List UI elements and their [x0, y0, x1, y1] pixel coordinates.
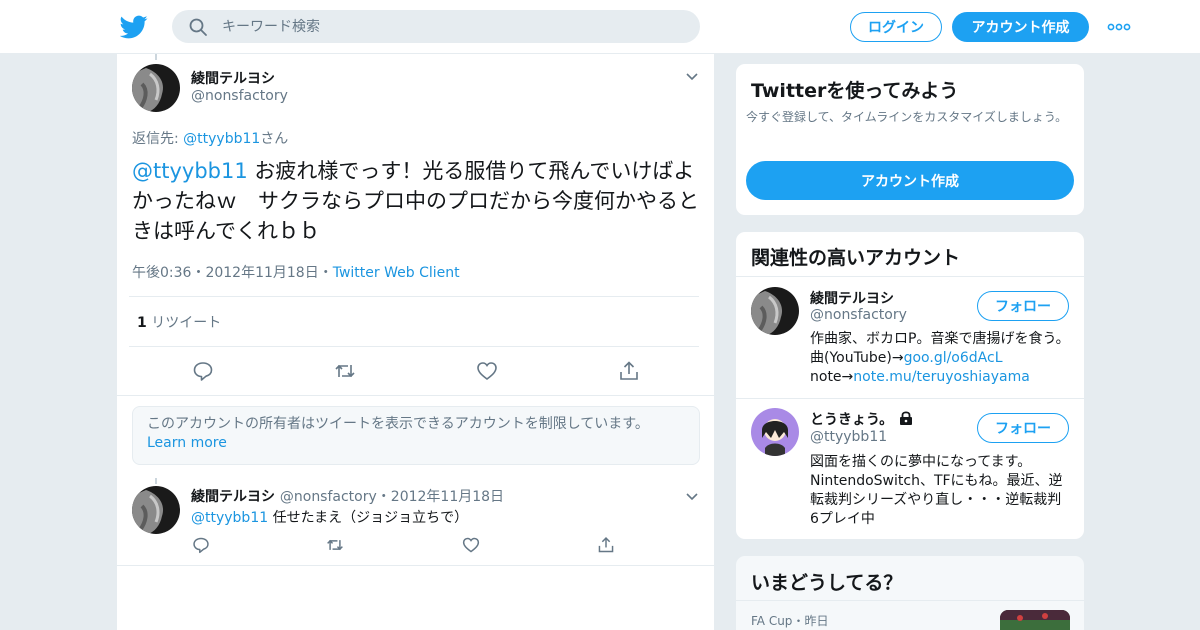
follow-button[interactable]: フォロー	[977, 413, 1069, 443]
share-icon	[598, 537, 614, 553]
create-account-button[interactable]: アカウント作成	[746, 161, 1074, 200]
separator-dot: ・	[318, 265, 333, 281]
like-button[interactable]	[462, 536, 480, 554]
retweet-button[interactable]	[334, 360, 356, 382]
signup-button[interactable]: アカウント作成	[952, 12, 1089, 42]
reply-prefix: 返信先:	[132, 131, 184, 147]
tweet-date[interactable]: 2012年11月18日	[205, 265, 318, 281]
lock-icon	[900, 411, 913, 425]
trend-thumbnail[interactable]	[1000, 610, 1070, 630]
avatar-image	[751, 287, 799, 335]
author-handle[interactable]: @nonsfactory	[280, 489, 377, 505]
trend-item-meta[interactable]: FA Cup・昨日	[751, 612, 828, 629]
avatar[interactable]	[132, 64, 180, 112]
account-avatar[interactable]	[751, 408, 799, 456]
tweet-body: 任せたまえ（ジョジョ立ちで）	[268, 510, 469, 526]
retweet-count: 1	[137, 315, 147, 331]
account-handle[interactable]: @nonsfactory	[810, 307, 907, 323]
more-options-icon[interactable]	[1106, 18, 1132, 36]
heart-icon	[477, 362, 497, 381]
account-bio: 作曲家、ボカロP。音楽で唐揚げを食う。曲(YouTube)→goo.gl/o6d…	[810, 330, 1070, 387]
retweet-icon	[335, 364, 355, 378]
follow-button[interactable]: フォロー	[977, 291, 1069, 321]
thread-connector	[155, 478, 157, 484]
mention-link[interactable]: @ttyybb11	[191, 510, 268, 526]
signup-card: Twitterを使ってみよう 今すぐ登録して、タイムラインをカスタマイズしましょ…	[735, 63, 1085, 216]
share-button[interactable]	[618, 360, 640, 382]
divider	[117, 395, 714, 396]
chevron-down-icon[interactable]	[685, 492, 699, 502]
bio-text: note→	[810, 369, 854, 385]
divider	[736, 600, 1084, 601]
share-button[interactable]	[597, 536, 615, 554]
reply-to-handle-link[interactable]: @ttyybb11	[183, 131, 260, 147]
login-button[interactable]: ログイン	[850, 12, 942, 42]
retweet-label: リツイート	[151, 315, 222, 331]
twitter-bird-icon[interactable]	[120, 13, 148, 41]
mention-link[interactable]: @ttyybb11	[132, 159, 248, 183]
avatar-image	[132, 64, 180, 112]
like-button[interactable]	[476, 360, 498, 382]
tweet-text: @ttyybb11 お疲れ様でっす！光る服借りて飛んでいけばよかったねｗ サクラ…	[132, 156, 702, 246]
signup-card-title: Twitterを使ってみよう	[751, 80, 959, 102]
share-icon	[620, 361, 638, 380]
related-accounts-title: 関連性の高いアカウント	[751, 247, 961, 269]
separator-dot: ・	[792, 614, 805, 628]
reply-button[interactable]	[192, 360, 214, 382]
trends-title: いまどうしてる？	[751, 572, 903, 594]
trends-card: いまどうしてる？ FA Cup・昨日	[735, 555, 1085, 630]
chevron-down-icon[interactable]	[685, 72, 699, 82]
bio-link[interactable]: goo.gl/o6dAcL	[904, 350, 1003, 366]
divider	[736, 398, 1084, 399]
retweet-stats[interactable]: 1 リツイート	[137, 312, 221, 332]
avatar[interactable]	[132, 486, 180, 534]
search-box	[172, 10, 700, 43]
retweet-icon	[327, 539, 343, 551]
signup-card-desc: 今すぐ登録して、タイムラインをカスタマイズしましょう。	[746, 110, 1068, 124]
tweet-date[interactable]: 2012年11月18日	[391, 489, 504, 505]
trend-time: 昨日	[804, 614, 829, 628]
heart-icon	[462, 537, 480, 553]
reply-tweet-text: @ttyybb11 任せたまえ（ジョジョ立ちで）	[191, 507, 468, 527]
reply-context: 返信先: @ttyybb11さん	[132, 128, 288, 148]
related-accounts-card: 関連性の高いアカウント 綾間テルヨシ @nonsfactory フォロー 作曲家…	[735, 231, 1085, 540]
reply-button[interactable]	[192, 536, 210, 554]
reply-icon	[193, 537, 209, 554]
author-handle[interactable]: @nonsfactory	[191, 88, 288, 104]
protected-notice: このアカウントの所有者はツイートを表示できるアカウントを制限しています。 Lear…	[132, 406, 700, 465]
reply-icon	[193, 362, 213, 381]
divider	[129, 296, 699, 297]
author-name[interactable]: 綾間テルヨシ	[191, 489, 275, 505]
account-name-text: とうきょう。	[810, 412, 894, 428]
account-handle[interactable]: @ttyybb11	[810, 429, 887, 445]
tweet-column: 綾間テルヨシ @nonsfactory 返信先: @ttyybb11さん @tt…	[116, 54, 715, 630]
account-avatar[interactable]	[751, 287, 799, 335]
account-bio: 図面を描くのに夢中になってます。NintendoSwitch、TFにもね。最近、…	[810, 454, 1063, 527]
trend-image	[1000, 610, 1070, 630]
search-icon	[189, 18, 207, 36]
divider	[129, 346, 699, 347]
search-input[interactable]	[222, 10, 682, 43]
bio-link[interactable]: note.mu/teruyoshiayama	[853, 369, 1030, 385]
tweet-metadata: 午後0:36・2012年11月18日・Twitter Web Client	[132, 262, 460, 282]
top-bar: ログイン アカウント作成	[0, 0, 1200, 54]
learn-more-link[interactable]: Learn more	[147, 435, 227, 451]
reply-suffix: さん	[260, 131, 289, 147]
trend-category: FA Cup	[751, 614, 793, 628]
thread-connector	[155, 54, 157, 60]
divider	[736, 276, 1084, 277]
separator-dot: ・	[376, 489, 391, 505]
author-name[interactable]: 綾間テルヨシ	[191, 68, 275, 88]
avatar-image	[132, 486, 180, 534]
separator-dot: ・	[191, 265, 206, 281]
notice-text: このアカウントの所有者はツイートを表示できるアカウントを制限しています。	[147, 416, 649, 432]
avatar-image	[751, 408, 799, 456]
account-name[interactable]: とうきょう。	[810, 409, 914, 429]
client-link[interactable]: Twitter Web Client	[333, 265, 460, 281]
tweet-time[interactable]: 午後0:36	[132, 265, 191, 281]
account-name[interactable]: 綾間テルヨシ	[810, 288, 894, 308]
reply-author: 綾間テルヨシ @nonsfactory・2012年11月18日	[191, 486, 504, 506]
retweet-button[interactable]	[326, 536, 344, 554]
divider	[117, 565, 714, 566]
